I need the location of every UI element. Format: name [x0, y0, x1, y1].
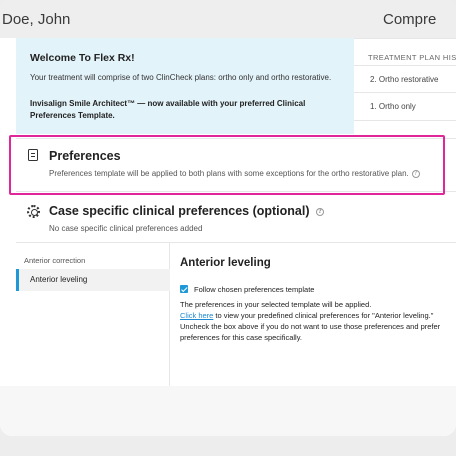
case-specific-title-text: Case specific clinical preferences (opti… [49, 204, 310, 218]
page-header: Doe, John Compre [0, 0, 456, 38]
content-line-1: The preferences in your selected templat… [180, 300, 372, 309]
welcome-banner: Welcome To Flex Rx! Your treatment will … [16, 38, 354, 134]
gear-icon [27, 205, 40, 218]
content-line-4: preferences for this case specifically. [180, 332, 302, 342]
nav-item-anterior-leveling[interactable]: Anterior leveling [16, 269, 170, 291]
help-icon[interactable]: ? [316, 207, 324, 216]
content-text: The preferences in your selected templat… [180, 300, 440, 344]
welcome-title: Welcome To Flex Rx! [30, 52, 135, 64]
history-item-ortho-restorative[interactable]: 2. Ortho restorative [354, 65, 456, 93]
content-line-2: Click here to view your predefined clini… [180, 311, 440, 322]
preferences-title: Preferences [49, 149, 121, 163]
patient-name: Doe, John [2, 11, 71, 28]
content-line-2-rest: to view your predefined clinical prefere… [213, 310, 434, 320]
checkbox-label[interactable]: Follow chosen preferences template [194, 285, 314, 294]
case-specific-title: Case specific clinical preferences (opti… [49, 204, 324, 218]
nav-heading: Anterior correction [24, 256, 86, 265]
welcome-note: Invisalign Smile Architect™ — now availa… [30, 99, 306, 120]
content-line-3: Uncheck the box above if you do not want… [180, 321, 441, 331]
card-footer-area [0, 386, 456, 436]
history-title: TREATMENT PLAN HISTO [368, 53, 456, 62]
preferences-description: Preferences template will be applied to … [49, 169, 420, 178]
preferences-section [16, 138, 456, 192]
welcome-text: Your treatment will comprise of two Clin… [30, 73, 332, 82]
page-title: Compre [383, 11, 437, 28]
main-card: Doe, John Compre Welcome To Flex Rx! You… [0, 0, 456, 436]
preferences-description-text: Preferences template will be applied to … [49, 169, 409, 178]
help-icon[interactable]: ? [411, 169, 420, 178]
treatment-plan-history: TREATMENT PLAN HISTO 2. Ortho restorativ… [354, 38, 456, 134]
click-here-link[interactable]: Click here [180, 311, 213, 320]
case-specific-subtitle: No case specific clinical preferences ad… [49, 224, 203, 233]
follow-template-checkbox[interactable] [180, 285, 188, 293]
document-icon [28, 149, 38, 161]
content-title: Anterior leveling [180, 257, 271, 269]
history-item-ortho-only[interactable]: 1. Ortho only [354, 93, 456, 121]
